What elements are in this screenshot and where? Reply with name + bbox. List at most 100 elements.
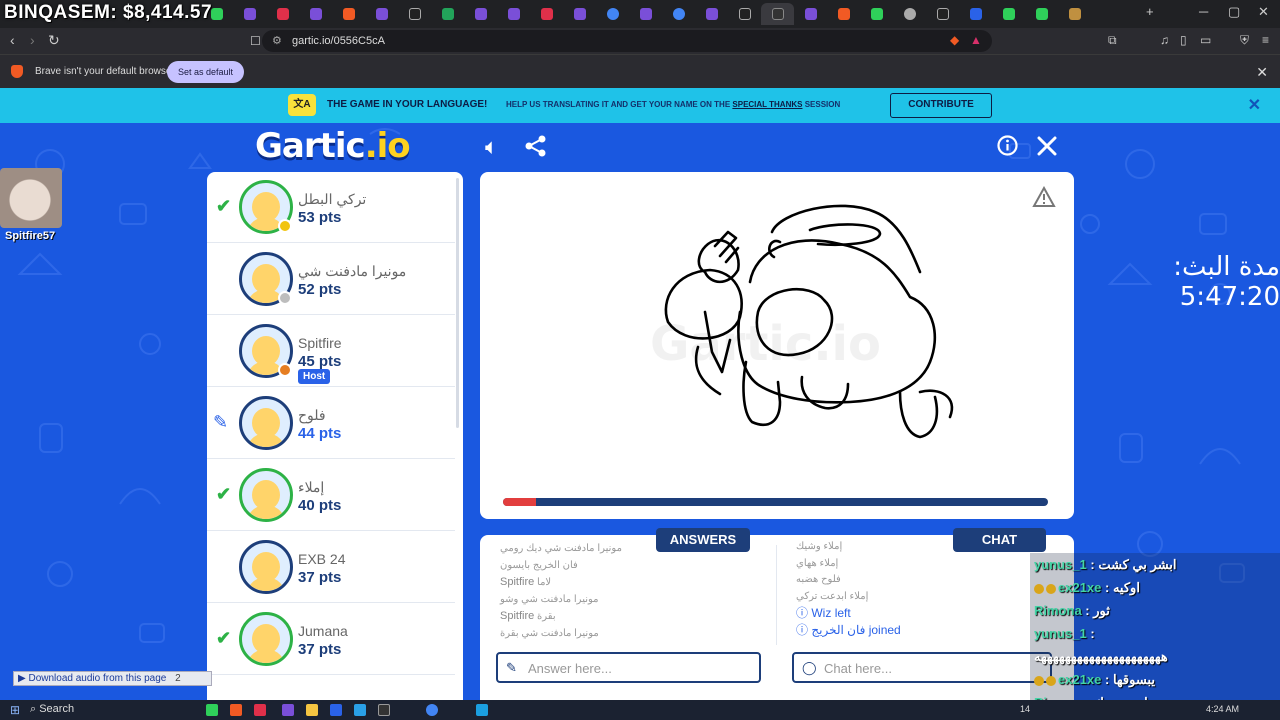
answer-text: مونيرا مادفنت شي بقرة — [500, 627, 599, 639]
chat-input[interactable]: ◯ Chat here... — [792, 652, 1052, 683]
set-default-button[interactable]: Set as default — [167, 61, 245, 83]
reload-icon[interactable]: ↻ — [48, 32, 60, 49]
media-icon[interactable]: ♫ — [1160, 33, 1169, 47]
close-window-icon[interactable]: ✕ — [1258, 4, 1269, 20]
browser-tab[interactable] — [431, 3, 464, 25]
player-row[interactable]: ✔ تركي البطل 53 pts — [207, 172, 455, 243]
avatar — [239, 396, 293, 450]
browser-tab[interactable] — [926, 3, 959, 25]
player-row[interactable]: Spitfire 45 pts Host — [207, 316, 455, 387]
exit-game-icon[interactable] — [1037, 136, 1057, 156]
browser-tab[interactable] — [629, 3, 662, 25]
maximize-icon[interactable]: ▢ — [1228, 4, 1240, 20]
taskbar-app-icon[interactable] — [426, 704, 438, 716]
new-tab-icon[interactable]: + — [1146, 4, 1154, 19]
browser-tab[interactable] — [398, 3, 431, 25]
browser-tab[interactable] — [563, 3, 596, 25]
forward-icon[interactable]: › — [30, 32, 35, 48]
browser-tab[interactable] — [860, 3, 893, 25]
report-drawing-icon[interactable] — [1032, 186, 1056, 208]
taskbar-search-label: Search — [39, 703, 75, 715]
answers-chat-panel: مونيرا مادفنت شي ديك رومي فان الخريج بايس… — [480, 535, 1074, 700]
browser-tab[interactable] — [695, 3, 728, 25]
browser-tab[interactable] — [497, 3, 530, 25]
download-audio-bar[interactable]: ▶ Download audio from this page 2 — [13, 671, 212, 686]
browser-tab[interactable] — [1025, 3, 1058, 25]
browser-tab[interactable] — [332, 3, 365, 25]
share-icon[interactable] — [525, 135, 547, 157]
brave-shield-icon[interactable]: ◆ — [950, 33, 959, 47]
answers-tab[interactable]: ANSWERS — [656, 528, 750, 552]
sound-icon[interactable]: 🔈︎ — [485, 134, 498, 160]
windows-start-icon[interactable]: ⊞ — [10, 703, 20, 717]
taskbar-search[interactable]: ⌕ Search — [30, 703, 190, 718]
special-thanks-link[interactable]: SPECIAL THANKS — [732, 100, 802, 109]
browser-tab[interactable] — [266, 3, 299, 25]
browser-tab[interactable] — [662, 3, 695, 25]
taskbar-app-icon[interactable] — [354, 704, 366, 716]
menu-icon[interactable]: ≡ — [1262, 33, 1269, 47]
stream-chat-user: Rimona — [1034, 603, 1082, 618]
browser-tab[interactable] — [530, 3, 563, 25]
browser-tab[interactable] — [365, 3, 398, 25]
chat-tab[interactable]: CHAT — [953, 528, 1046, 552]
url-field[interactable]: ⚙ gartic.io/0556C5cA — [262, 30, 992, 52]
answer-entry: Spitfire لاما — [500, 574, 765, 592]
browser-tab[interactable] — [299, 3, 332, 25]
player-row[interactable]: ✔ إملاء 40 pts — [207, 460, 455, 531]
taskbar-app-icon[interactable] — [206, 704, 218, 716]
chat-user: Wiz — [811, 606, 832, 620]
download-audio-label: Download audio from this page — [28, 673, 167, 684]
taskbar-app-icon[interactable] — [476, 704, 488, 716]
wallet-icon[interactable]: ▭ — [1200, 33, 1211, 47]
player-row[interactable]: EXB 24 37 pts — [207, 532, 455, 603]
vpn-icon[interactable]: ⛨ — [1240, 33, 1249, 48]
player-list-scrollbar[interactable] — [456, 178, 459, 428]
site-info-icon[interactable]: ⚙ — [272, 30, 282, 52]
chat-entry: ⓘ Wiz left — [796, 605, 1061, 622]
minimize-icon[interactable]: ─ — [1199, 4, 1208, 19]
browser-tab[interactable] — [728, 3, 761, 25]
taskbar-app-icon[interactable] — [230, 704, 242, 716]
answer-text: لاما — [537, 577, 552, 588]
answer-input[interactable]: ✎ Answer here... — [496, 652, 761, 683]
banner-title: THE GAME IN YOUR LANGUAGE! — [327, 99, 488, 110]
badge-icon — [1046, 675, 1056, 686]
chat-bubble-icon: ◯ — [802, 660, 817, 675]
taskbar-app-icon[interactable] — [330, 704, 342, 716]
close-infobar-icon[interactable]: ✕ — [1256, 64, 1268, 81]
chat-entry: ⓘ فان الخريج joined — [796, 622, 1061, 639]
extensions-icon[interactable]: ⧉ — [1108, 33, 1117, 48]
browser-tab[interactable] — [893, 3, 926, 25]
taskbar-app-icon[interactable] — [282, 704, 294, 716]
browser-tab[interactable] — [1058, 3, 1091, 25]
browser-tab[interactable] — [464, 3, 497, 25]
taskbar-app-icon[interactable] — [306, 704, 318, 716]
bookmark-icon[interactable]: ☐ — [250, 34, 261, 48]
close-banner-icon[interactable]: ✕ — [1248, 95, 1261, 115]
browser-tab[interactable] — [233, 3, 266, 25]
browser-tab[interactable] — [794, 3, 827, 25]
contribute-button[interactable]: CONTRIBUTE — [890, 93, 992, 118]
browser-tab[interactable] — [992, 3, 1025, 25]
browser-tab[interactable] — [827, 3, 860, 25]
guessed-check-icon: ✔ — [216, 196, 232, 216]
infobar-message: Brave isn't your default browser — [35, 66, 175, 77]
browser-tab-active[interactable] — [761, 3, 794, 25]
browser-tab[interactable] — [959, 3, 992, 25]
chat-text: إملاء ابدعت تركي — [796, 590, 869, 602]
banner-text-before: HELP US TRANSLATING IT AND GET YOUR NAME… — [506, 100, 733, 109]
player-row[interactable]: ✔ Jumana 37 pts — [207, 604, 455, 675]
sidebar-icon[interactable]: ▯ — [1180, 33, 1187, 47]
back-icon[interactable]: ‹ — [10, 32, 15, 48]
player-row[interactable]: مونيرا مادفنت شي 52 pts — [207, 244, 455, 315]
brave-rewards-icon[interactable]: ▲ — [970, 33, 982, 47]
taskbar-app-icon[interactable] — [254, 704, 266, 716]
info-icon[interactable] — [997, 135, 1018, 156]
drawing: Gartic.io — [650, 204, 954, 439]
taskbar-app-icon[interactable] — [378, 704, 390, 716]
avatar — [239, 468, 293, 522]
browser-tab[interactable] — [596, 3, 629, 25]
player-row[interactable]: ✎ فلوح 44 pts — [207, 388, 455, 459]
info-icon: ⓘ — [796, 622, 809, 637]
